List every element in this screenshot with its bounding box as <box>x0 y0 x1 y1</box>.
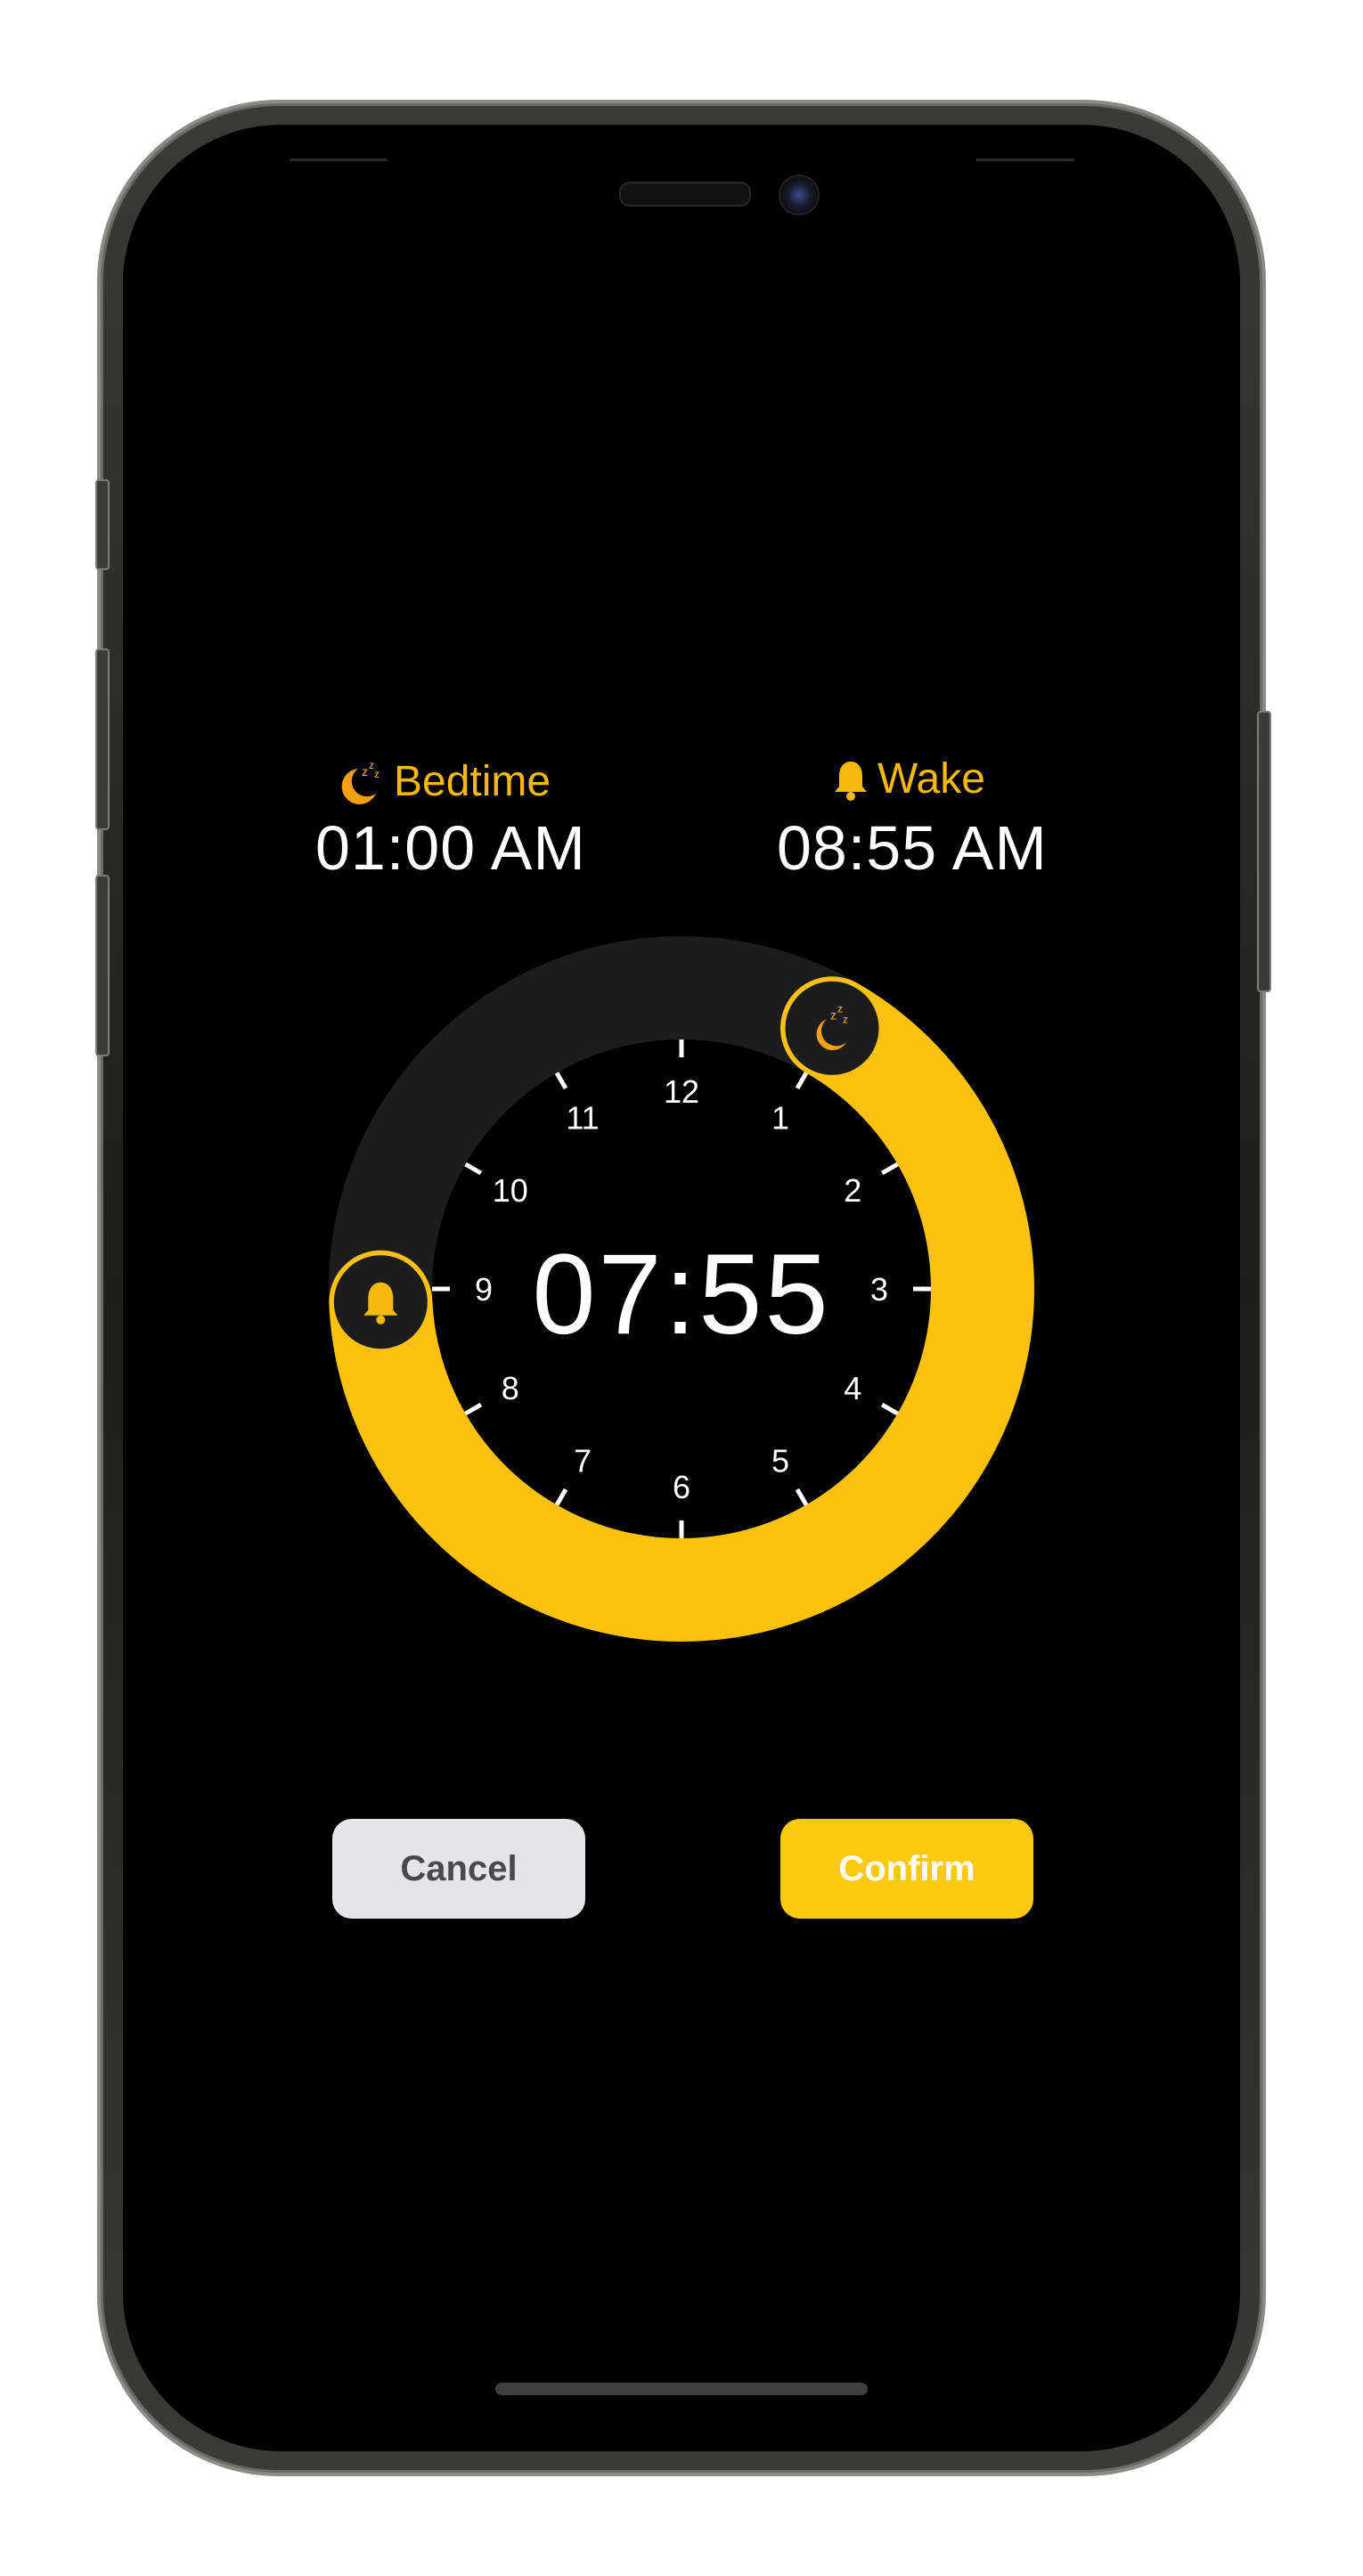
wake-header: Wake <box>833 754 985 803</box>
moon-zzz-icon: z z z <box>341 759 380 804</box>
cancel-button[interactable]: Cancel <box>332 1819 585 1919</box>
bedtime-label: Bedtime <box>394 757 551 805</box>
action-button <box>95 479 110 570</box>
bell-icon <box>835 761 867 801</box>
volume-down-button <box>95 875 110 1056</box>
antenna-line <box>976 159 1074 161</box>
earpiece-speaker <box>619 182 751 207</box>
volume-up-button <box>95 648 110 830</box>
svg-text:z: z <box>362 764 368 779</box>
sleep-duration: 07:55 <box>532 1231 831 1358</box>
front-camera <box>779 175 820 216</box>
bedtime-header: z z z Bedtime <box>335 754 551 808</box>
confirm-button[interactable]: Confirm <box>780 1819 1033 1919</box>
bedtime-time: 01:00 AM <box>315 813 586 883</box>
svg-text:z: z <box>374 768 380 780</box>
wake-label: Wake <box>877 755 985 803</box>
antenna-line <box>290 159 388 161</box>
home-indicator[interactable] <box>495 2383 868 2395</box>
power-button <box>1257 711 1271 992</box>
wake-time: 08:55 AM <box>777 813 1048 883</box>
